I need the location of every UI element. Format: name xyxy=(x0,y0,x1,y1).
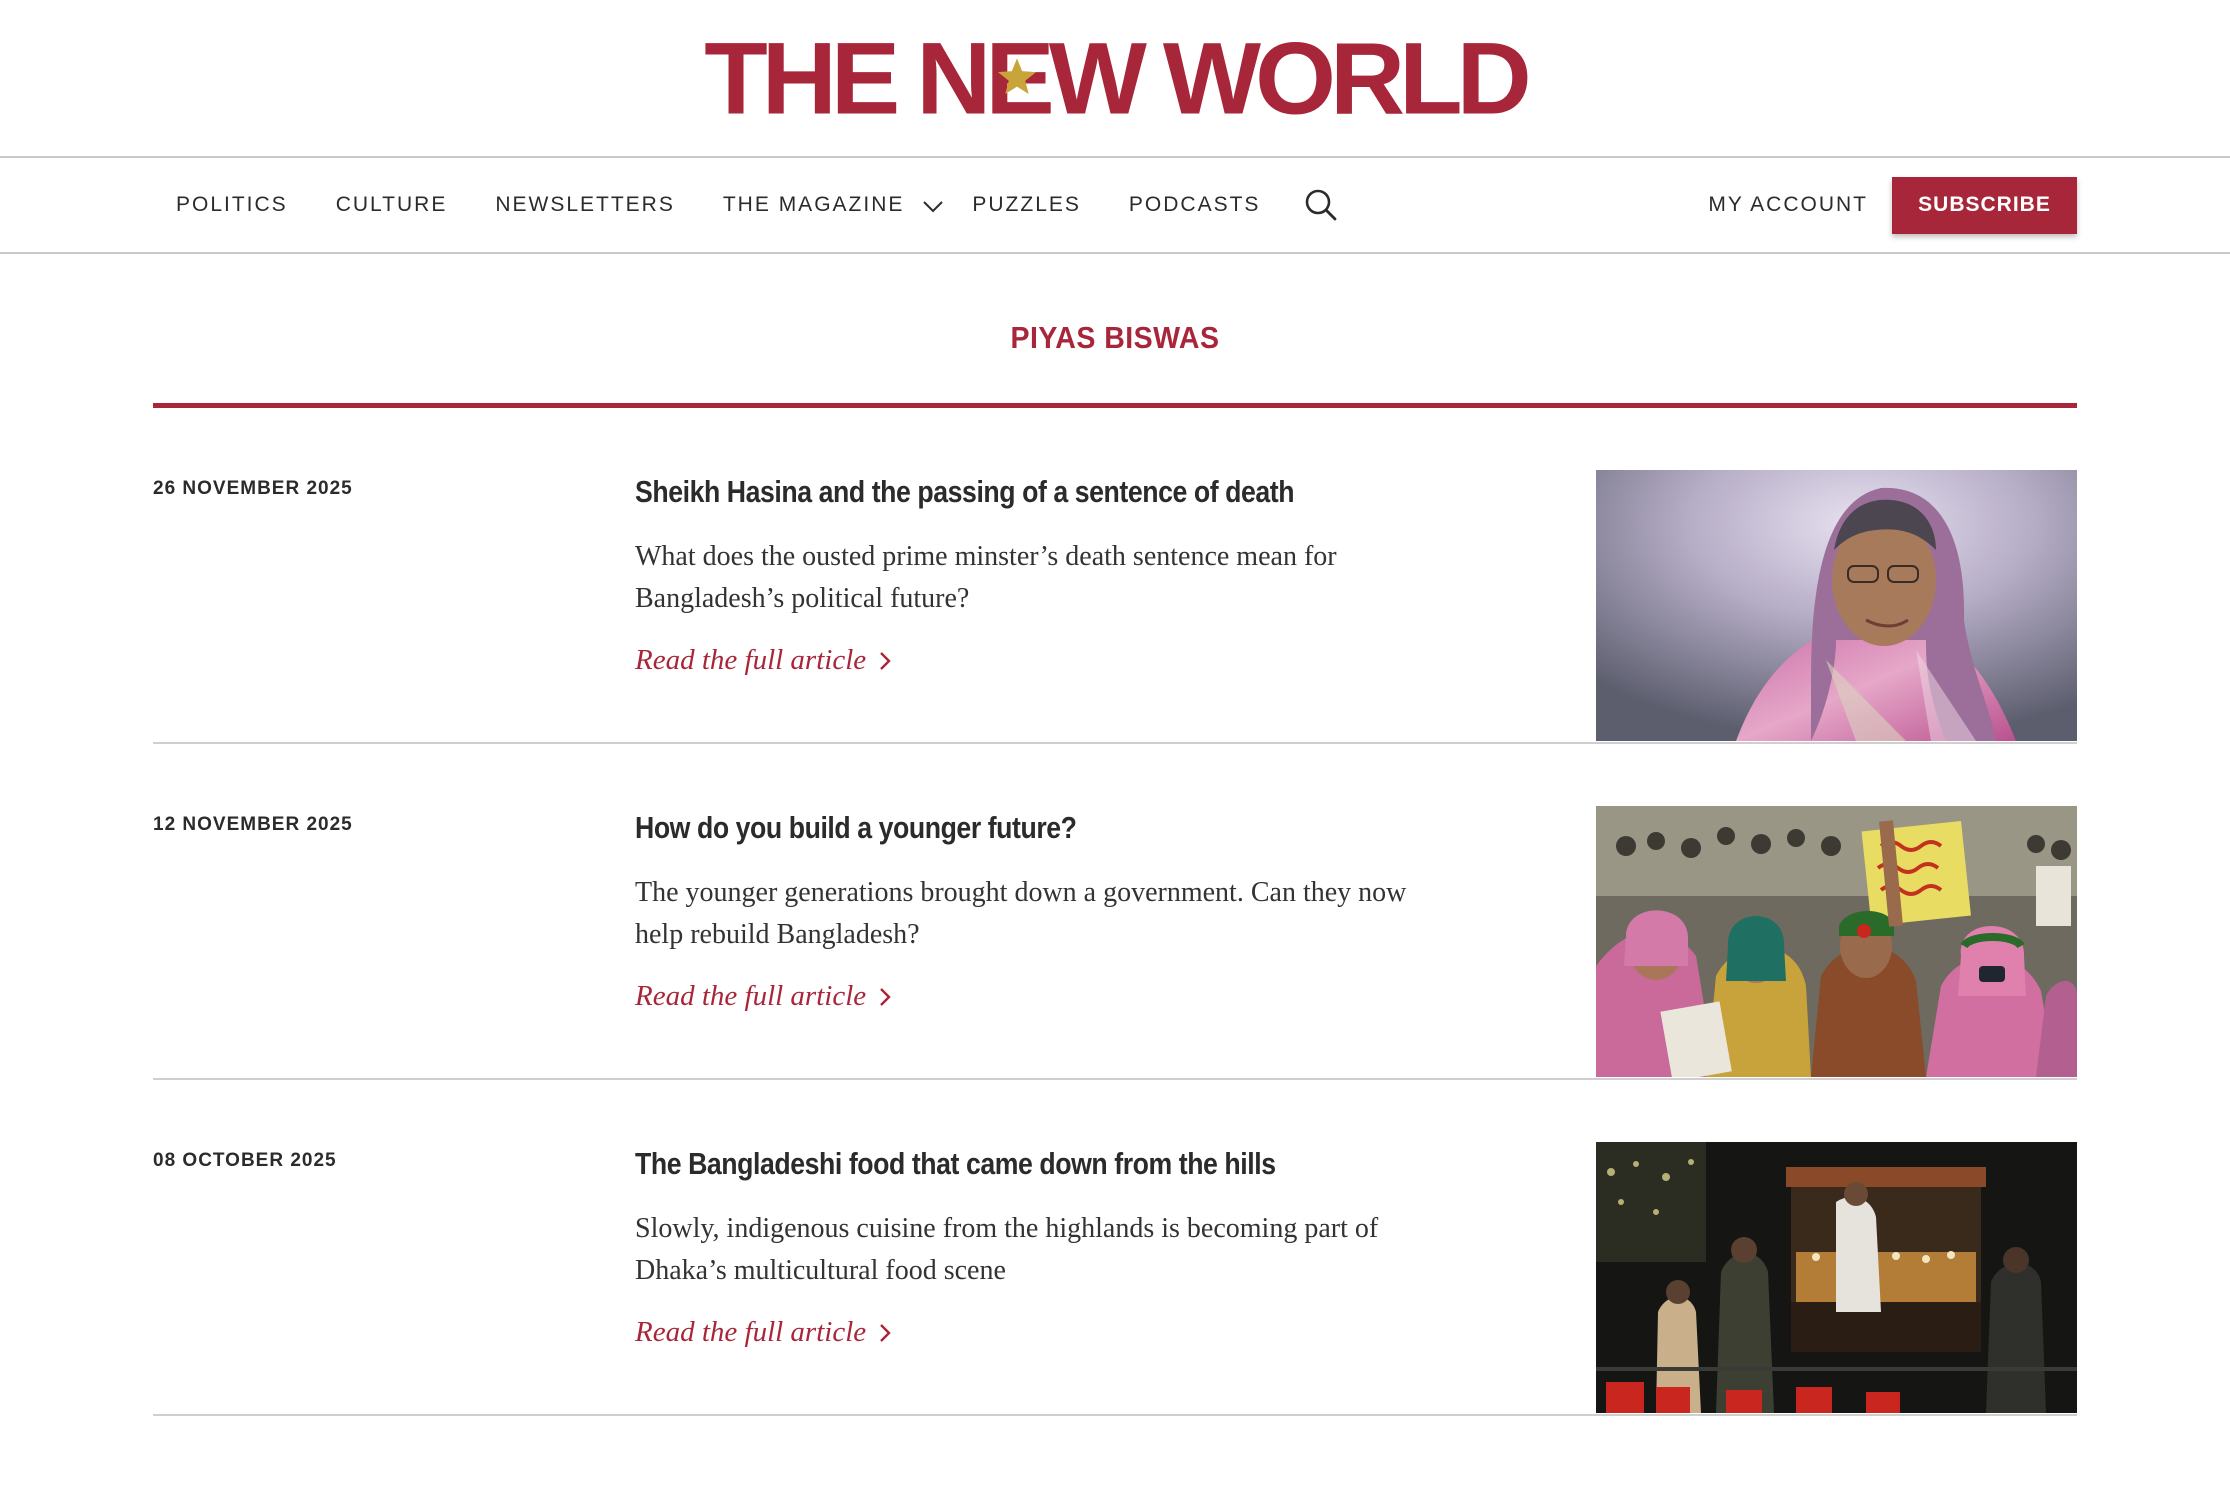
read-article-link[interactable]: Read the full article xyxy=(635,644,892,677)
article-description: The younger generations brought down a g… xyxy=(635,877,1407,950)
article-thumbnail[interactable] xyxy=(1596,806,2077,1077)
masthead: THE NEW WORLD xyxy=(0,0,2230,158)
portrait-photo-icon xyxy=(1596,470,2077,741)
chevron-right-icon xyxy=(880,1323,891,1342)
article-thumbnail[interactable] xyxy=(1596,1142,2077,1413)
article-list: 26 NOVEMBER 2025 Sheikh Hasina and the p… xyxy=(153,408,2077,1416)
main-nav: POLITICS CULTURE NEWSLETTERS THE MAGAZIN… xyxy=(0,158,2230,254)
nav-podcasts[interactable]: PODCASTS xyxy=(1129,193,1261,217)
read-article-label: Read the full article xyxy=(635,1316,867,1348)
logo-word-world: WORLD xyxy=(1162,22,1532,136)
star-icon xyxy=(997,58,1037,94)
nav-culture[interactable]: CULTURE xyxy=(336,193,448,217)
article-description: What does the ousted prime minster’s dea… xyxy=(635,541,1337,614)
nav-puzzles[interactable]: PUZZLES xyxy=(972,193,1081,217)
article-item: 26 NOVEMBER 2025 Sheikh Hasina and the p… xyxy=(153,408,2077,744)
site-logo[interactable]: THE NEW WORLD xyxy=(704,22,1532,136)
chevron-down-icon[interactable] xyxy=(922,200,944,214)
article-title[interactable]: Sheikh Hasina and the passing of a sente… xyxy=(635,474,1295,510)
article-date: 26 NOVEMBER 2025 xyxy=(153,478,353,499)
chevron-right-icon xyxy=(880,651,891,670)
article-title[interactable]: The Bangladeshi food that came down from… xyxy=(635,1146,1276,1182)
article-item: 08 OCTOBER 2025 The Bangladeshi food tha… xyxy=(153,1080,2077,1416)
logo-word-new: NEW xyxy=(916,22,1147,136)
article-date: 08 OCTOBER 2025 xyxy=(153,1150,337,1171)
nav-politics[interactable]: POLITICS xyxy=(176,193,288,217)
logo-word-the: THE xyxy=(704,22,900,136)
read-article-label: Read the full article xyxy=(635,644,867,676)
read-article-link[interactable]: Read the full article xyxy=(635,1316,892,1349)
subscribe-button[interactable]: SUBSCRIBE xyxy=(1892,176,2077,234)
nav-the-magazine[interactable]: THE MAGAZINE xyxy=(723,193,905,217)
article-description: Slowly, indigenous cuisine from the high… xyxy=(635,1213,1379,1286)
read-article-link[interactable]: Read the full article xyxy=(635,980,892,1013)
author-name: PIYAS BISWAS xyxy=(1010,320,1220,355)
protest-photo-icon xyxy=(1596,806,2077,1077)
article-title[interactable]: How do you build a younger future? xyxy=(635,810,1077,846)
my-account-link[interactable]: MY ACCOUNT xyxy=(1708,193,1868,217)
chevron-right-icon xyxy=(880,987,891,1006)
read-article-label: Read the full article xyxy=(635,980,867,1012)
article-item: 12 NOVEMBER 2025 How do you build a youn… xyxy=(153,744,2077,1080)
search-icon[interactable] xyxy=(1304,188,1338,222)
night-food-stall-photo-icon xyxy=(1596,1142,2077,1413)
article-thumbnail[interactable] xyxy=(1596,470,2077,741)
article-date: 12 NOVEMBER 2025 xyxy=(153,814,353,835)
nav-newsletters[interactable]: NEWSLETTERS xyxy=(495,193,675,217)
